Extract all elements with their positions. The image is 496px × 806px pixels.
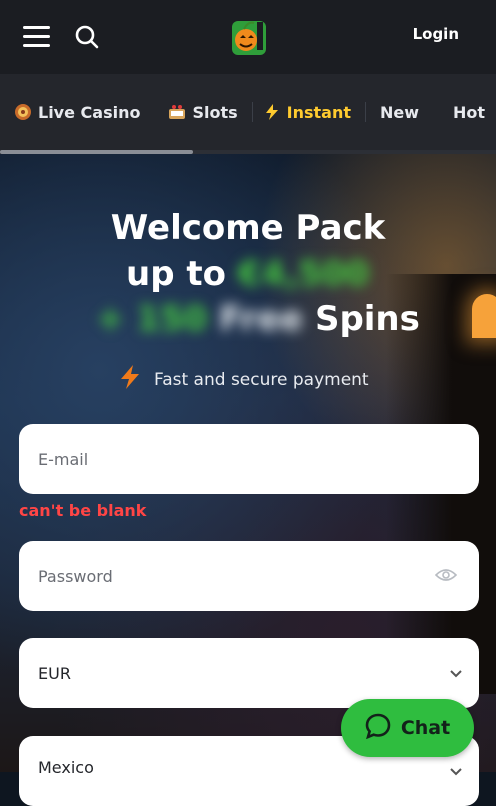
title-line-2: up to €4,500 bbox=[126, 252, 369, 297]
title-line-3: + 150 Free Spins bbox=[96, 297, 420, 342]
category-hot[interactable]: Hot bbox=[433, 97, 496, 127]
title-up-to: up to bbox=[126, 254, 226, 294]
chat-bubble-icon bbox=[365, 713, 391, 744]
password-field[interactable]: Password bbox=[19, 541, 479, 611]
background-glow-window bbox=[472, 294, 496, 338]
menu-icon[interactable] bbox=[23, 26, 50, 48]
category-slots[interactable]: Slots bbox=[154, 97, 251, 127]
search-icon[interactable] bbox=[74, 24, 100, 50]
chat-label: Chat bbox=[400, 717, 451, 739]
slot-machine-icon bbox=[168, 103, 186, 121]
chat-button[interactable]: Chat bbox=[341, 699, 474, 757]
bonus-plus-blurred: + bbox=[96, 299, 125, 339]
category-label: Slots bbox=[192, 102, 238, 122]
country-value: Mexico bbox=[38, 758, 94, 777]
currency-select[interactable]: EUR bbox=[19, 638, 479, 708]
title-spins: Spins bbox=[314, 299, 420, 339]
top-header: Login bbox=[0, 0, 496, 74]
bonus-amount-blurred: €4,500 bbox=[237, 254, 370, 294]
category-label: Hot bbox=[453, 102, 486, 122]
bonus-free-blurred: Free bbox=[219, 299, 304, 339]
lightning-icon bbox=[118, 364, 142, 395]
category-nav: Live Casino Slots Instant New Hot bbox=[0, 74, 496, 154]
password-placeholder: Password bbox=[38, 566, 113, 586]
currency-value: EUR bbox=[38, 663, 71, 683]
payment-note: Fast and secure payment bbox=[118, 364, 369, 395]
brand-logo-icon[interactable] bbox=[229, 18, 269, 58]
title-line-1: Welcome Pack bbox=[110, 208, 386, 248]
bonus-spins-count-blurred: 150 bbox=[136, 299, 208, 339]
email-field[interactable]: E-mail bbox=[19, 424, 479, 494]
chevron-down-icon bbox=[449, 763, 463, 777]
category-instant[interactable]: Instant bbox=[253, 97, 365, 127]
email-placeholder: E-mail bbox=[38, 449, 89, 469]
email-error: can't be blank bbox=[19, 501, 147, 520]
category-new[interactable]: New bbox=[366, 97, 433, 127]
eye-icon[interactable] bbox=[434, 566, 458, 584]
roulette-icon bbox=[14, 103, 32, 121]
category-label: Live Casino bbox=[38, 102, 141, 122]
category-label: New bbox=[380, 102, 420, 122]
category-label: Instant bbox=[286, 102, 351, 122]
login-button[interactable]: Login bbox=[413, 25, 459, 43]
category-live-casino[interactable]: Live Casino bbox=[0, 97, 154, 127]
chevron-down-icon bbox=[449, 665, 463, 679]
lightning-icon bbox=[263, 103, 281, 121]
payment-text: Fast and secure payment bbox=[154, 369, 369, 390]
